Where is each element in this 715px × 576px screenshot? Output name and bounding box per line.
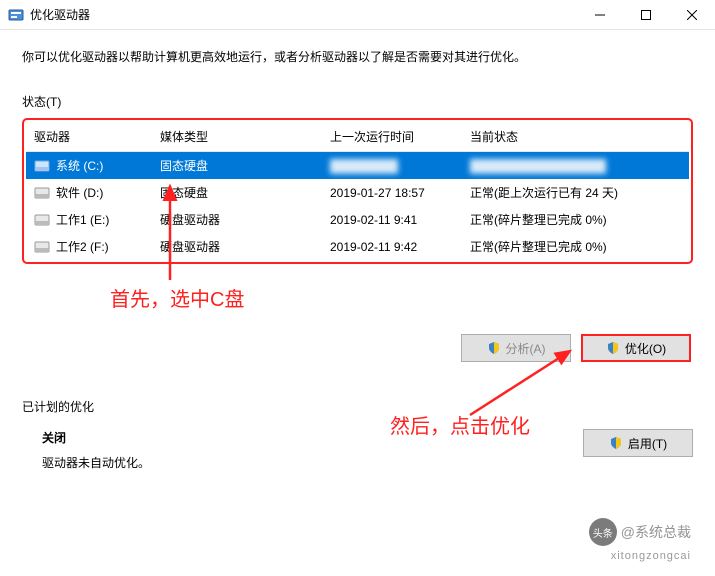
optimize-button[interactable]: 优化(O) [581, 334, 691, 362]
minimize-button[interactable] [577, 0, 623, 30]
drive-row[interactable]: 软件 (D:) 固态硬盘 2019-01-27 18:57 正常(距上次运行已有… [26, 179, 689, 206]
drive-icon [34, 213, 50, 227]
drive-last: 2019-02-11 9:41 [326, 211, 466, 229]
drive-name: 系统 (C:) [56, 157, 103, 174]
drive-name: 软件 (D:) [56, 184, 103, 201]
drive-state: 正常(碎片整理已完成 0%) [466, 209, 689, 230]
maximize-button[interactable] [623, 0, 669, 30]
col-state[interactable]: 当前状态 [466, 126, 689, 147]
description-text: 你可以优化驱动器以帮助计算机更高效地运行，或者分析驱动器以了解是否需要对其进行优… [22, 48, 693, 65]
shield-icon [606, 341, 620, 355]
shield-icon [487, 341, 501, 355]
analyze-button[interactable]: 分析(A) [461, 334, 571, 362]
drive-state: ████████████████ [466, 157, 689, 175]
analyze-label: 分析(A) [506, 340, 546, 357]
column-headers: 驱动器 媒体类型 上一次运行时间 当前状态 [26, 122, 689, 152]
watermark: 头条 @系统总裁 [589, 518, 691, 546]
drive-media: 硬盘驱动器 [156, 209, 326, 230]
watermark-sub: xitongzongcai [611, 550, 691, 562]
close-button[interactable] [669, 0, 715, 30]
maximize-icon [641, 10, 651, 20]
schedule-desc: 驱动器未自动优化。 [42, 454, 583, 471]
schedule-section: 已计划的优化 关闭 驱动器未自动优化。 启用(T) [22, 398, 693, 471]
enable-button[interactable]: 启用(T) [583, 429, 693, 457]
drive-list: 系统 (C:) 固态硬盘 ████████ ████████████████ 软… [26, 152, 689, 260]
schedule-title: 已计划的优化 [22, 398, 693, 415]
schedule-state: 关闭 [42, 429, 583, 446]
drive-last: 2019-02-11 9:42 [326, 238, 466, 256]
status-label: 状态(T) [22, 93, 693, 110]
drive-last: 2019-01-27 18:57 [326, 184, 466, 202]
enable-label: 启用(T) [628, 435, 667, 452]
drive-row[interactable]: 工作2 (F:) 硬盘驱动器 2019-02-11 9:42 正常(碎片整理已完… [26, 233, 689, 260]
drive-media: 固态硬盘 [156, 155, 326, 176]
window-title: 优化驱动器 [30, 6, 577, 23]
drive-media: 硬盘驱动器 [156, 236, 326, 257]
status-section: 状态(T) 驱动器 媒体类型 上一次运行时间 当前状态 系统 (C:) 固态硬盘… [22, 93, 693, 264]
drive-last: ████████ [326, 157, 466, 175]
drive-media: 固态硬盘 [156, 182, 326, 203]
minimize-icon [595, 10, 605, 20]
col-last[interactable]: 上一次运行时间 [326, 126, 466, 147]
drive-state: 正常(距上次运行已有 24 天) [466, 182, 689, 203]
action-buttons: 分析(A) 优化(O) [22, 334, 693, 362]
app-icon [8, 7, 24, 23]
drive-icon [34, 159, 50, 173]
watermark-text: @系统总裁 [621, 522, 691, 542]
watermark-badge: 头条 [589, 518, 617, 546]
close-icon [687, 10, 697, 20]
shield-icon [609, 436, 623, 450]
drive-name: 工作1 (E:) [56, 211, 109, 228]
col-drive[interactable]: 驱动器 [26, 126, 156, 147]
drive-icon [34, 186, 50, 200]
col-media[interactable]: 媒体类型 [156, 126, 326, 147]
drive-state: 正常(碎片整理已完成 0%) [466, 236, 689, 257]
optimize-label: 优化(O) [625, 340, 666, 357]
drive-row[interactable]: 系统 (C:) 固态硬盘 ████████ ████████████████ [26, 152, 689, 179]
drive-list-container: 驱动器 媒体类型 上一次运行时间 当前状态 系统 (C:) 固态硬盘 █████… [22, 118, 693, 264]
titlebar: 优化驱动器 [0, 0, 715, 30]
drive-name: 工作2 (F:) [56, 238, 109, 255]
drive-row[interactable]: 工作1 (E:) 硬盘驱动器 2019-02-11 9:41 正常(碎片整理已完… [26, 206, 689, 233]
drive-icon [34, 240, 50, 254]
main-content: 你可以优化驱动器以帮助计算机更高效地运行，或者分析驱动器以了解是否需要对其进行优… [0, 30, 715, 471]
